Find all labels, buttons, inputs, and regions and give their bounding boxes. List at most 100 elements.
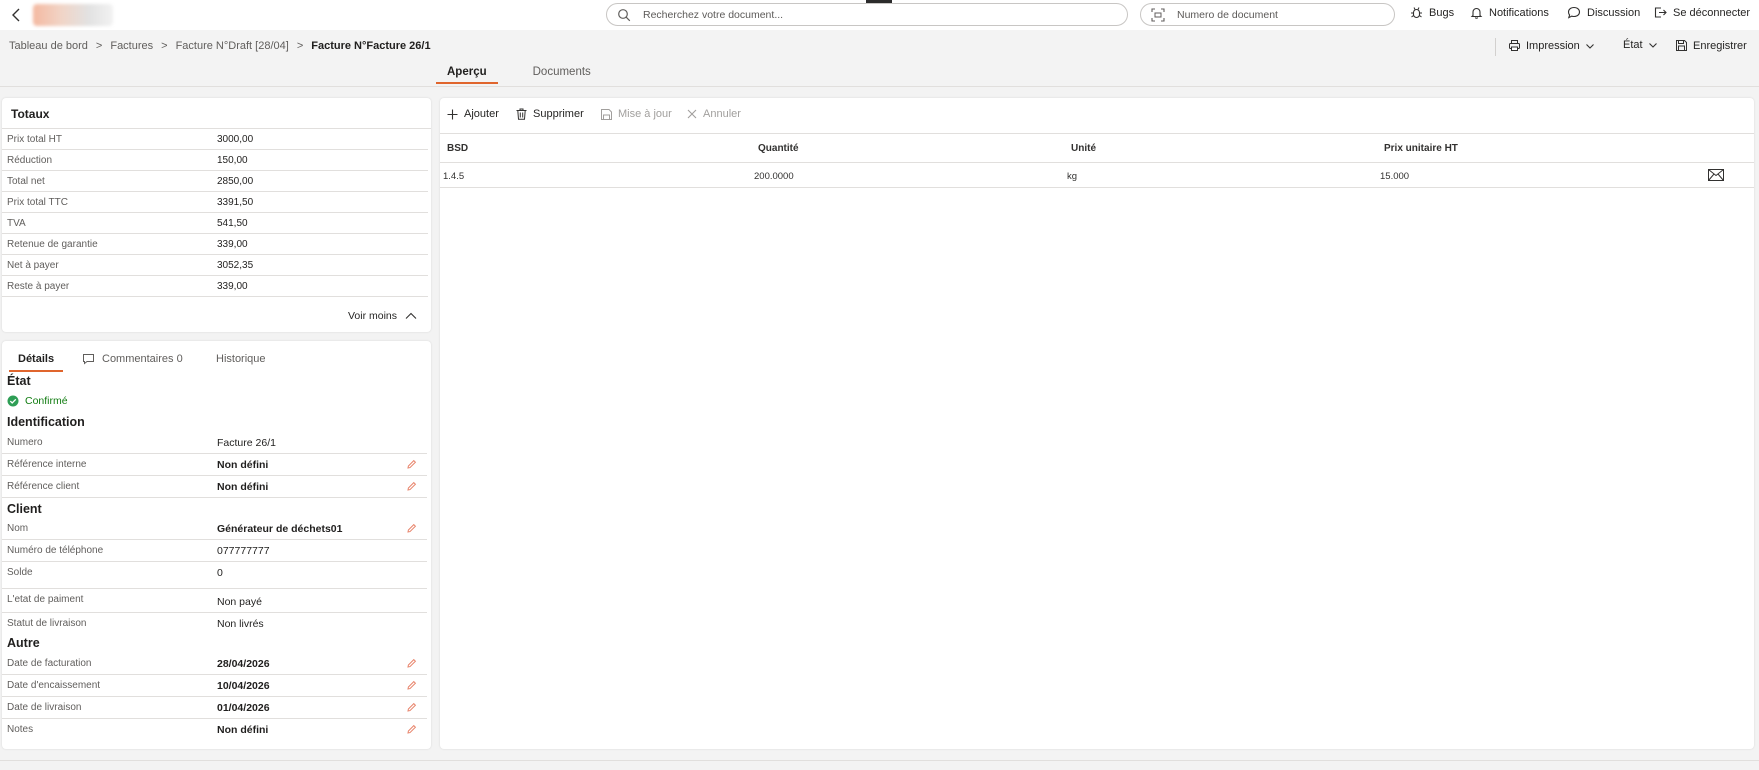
detail-label: Numero xyxy=(7,437,43,448)
chevron-up-icon xyxy=(405,312,417,319)
totals-label: Reste à payer xyxy=(7,281,70,292)
notifications-button[interactable]: Notifications xyxy=(1470,6,1549,19)
totals-label: Net à payer xyxy=(7,260,59,271)
tab-documents[interactable]: Documents xyxy=(522,66,602,84)
toolbar-divider xyxy=(1495,38,1496,56)
print-menu-button[interactable]: Impression xyxy=(1508,39,1595,52)
check-circle-icon xyxy=(7,395,19,407)
cell-quantite: 200.0000 xyxy=(754,171,794,182)
state-label: État xyxy=(1623,39,1643,51)
save-button[interactable]: Enregistrer xyxy=(1675,39,1747,52)
mail-icon[interactable] xyxy=(1708,169,1724,184)
column-header-prix[interactable]: Prix unitaire HT xyxy=(1384,143,1458,154)
section-etat-title: État xyxy=(7,374,31,388)
pencil-icon[interactable] xyxy=(406,658,417,672)
detail-label: Statut de livraison xyxy=(7,618,87,629)
detail-row-phone: Numéro de téléphone 077777777 xyxy=(2,540,427,562)
logout-icon xyxy=(1654,7,1667,18)
totals-value: 3000,00 xyxy=(217,134,254,145)
search-icon xyxy=(618,8,631,21)
detail-row-delivery-date: Date de livraison 01/04/2026 xyxy=(2,697,427,719)
detail-value: Non défini xyxy=(217,724,269,736)
detail-row-solde: Solde 0 xyxy=(2,562,427,589)
tab-history-label: Historique xyxy=(216,353,266,365)
status-badge: Confirmé xyxy=(7,395,68,407)
main-tabs: Aperçu Documents xyxy=(436,66,602,84)
save-icon xyxy=(601,108,612,120)
detail-label: Date de livraison xyxy=(7,702,82,713)
detail-label: L'etat de paiment xyxy=(7,594,84,605)
breadcrumb-item-dashboard[interactable]: Tableau de bord xyxy=(9,40,88,52)
add-label: Ajouter xyxy=(464,108,499,120)
app-logo[interactable] xyxy=(33,4,113,26)
tab-apercu[interactable]: Aperçu xyxy=(436,66,498,84)
detail-value: Non livrés xyxy=(217,618,264,630)
logout-button[interactable]: Se déconnecter xyxy=(1653,6,1750,19)
update-label: Mise à jour xyxy=(618,108,672,120)
cancel-label: Annuler xyxy=(703,108,741,120)
breadcrumb: Tableau de bord > Factures > Facture N°D… xyxy=(9,40,431,52)
show-less-button[interactable]: Voir moins xyxy=(348,310,417,322)
detail-row-delivery-status: Statut de livraison Non livrés xyxy=(2,613,427,633)
divider xyxy=(440,162,1754,163)
chevron-down-icon xyxy=(1648,43,1657,48)
pencil-icon[interactable] xyxy=(406,680,417,694)
detail-label: Nom xyxy=(7,523,29,534)
detail-label: Référence client xyxy=(7,481,80,492)
totals-label: TVA xyxy=(7,218,26,229)
totals-row: Net à payer 3052,35 xyxy=(2,255,428,276)
tab-comments[interactable]: Commentaires 0 xyxy=(82,353,183,370)
cell-unite: kg xyxy=(1067,171,1078,182)
detail-label: Date de facturation xyxy=(7,658,92,669)
document-search-box[interactable] xyxy=(606,3,1128,26)
column-header-quantite[interactable]: Quantité xyxy=(758,143,799,154)
totals-value: 339,00 xyxy=(217,239,248,250)
tab-details[interactable]: Détails xyxy=(9,353,64,372)
trash-icon xyxy=(516,108,527,120)
document-number-input[interactable] xyxy=(1177,8,1380,21)
pencil-icon[interactable] xyxy=(406,481,417,495)
totals-value: 150,00 xyxy=(217,155,248,166)
tab-history[interactable]: Historique xyxy=(216,353,266,370)
scan-icon xyxy=(1151,7,1165,22)
discussion-button[interactable]: Discussion xyxy=(1567,6,1640,19)
pencil-icon[interactable] xyxy=(406,702,417,716)
bugs-button[interactable]: Bugs xyxy=(1410,6,1454,19)
pencil-icon[interactable] xyxy=(406,724,417,738)
search-input[interactable] xyxy=(643,8,1059,21)
pencil-icon[interactable] xyxy=(406,523,417,537)
column-header-bsd[interactable]: BSD xyxy=(447,143,468,154)
plus-icon xyxy=(447,109,458,119)
cancel-button[interactable]: Annuler xyxy=(687,108,741,120)
totals-value: 339,00 xyxy=(217,281,248,292)
detail-row-internal-ref: Référence interne Non défini xyxy=(2,454,427,476)
show-less-label: Voir moins xyxy=(347,310,397,322)
breadcrumb-item-factures[interactable]: Factures xyxy=(110,40,153,52)
cell-prix: 15.000 xyxy=(1380,171,1410,182)
bugs-label: Bugs xyxy=(1429,6,1455,19)
printer-icon xyxy=(1509,40,1520,51)
detail-value: Non défini xyxy=(217,459,269,471)
delete-button[interactable]: Supprimer xyxy=(516,108,584,120)
column-header-unite[interactable]: Unité xyxy=(1071,143,1096,154)
cell-bsd: 1.4.5 xyxy=(443,171,465,182)
breadcrumb-item-draft[interactable]: Facture N°Draft [28/04] xyxy=(176,40,289,52)
detail-value: 077777777 xyxy=(217,545,270,557)
update-button[interactable]: Mise à jour xyxy=(601,108,672,120)
print-label: Impression xyxy=(1526,39,1580,52)
totals-panel: Totaux Prix total HT 3000,00 Réduction 1… xyxy=(2,98,431,332)
add-button[interactable]: Ajouter xyxy=(447,108,499,120)
totals-row: Prix total HT 3000,00 xyxy=(2,129,428,150)
totals-value: 2850,00 xyxy=(217,176,254,187)
state-menu-button[interactable]: État xyxy=(1623,39,1658,51)
section-autre-title: Autre xyxy=(7,636,40,650)
back-arrow-icon[interactable] xyxy=(8,6,26,24)
document-number-box[interactable] xyxy=(1140,3,1395,26)
lines-grid-panel: Ajouter Supprimer Mise à jour Annuler BS… xyxy=(440,98,1754,749)
totals-label: Retenue de garantie xyxy=(7,239,98,250)
detail-value: 0 xyxy=(217,567,223,579)
detail-row-client-ref: Référence client Non défini xyxy=(2,476,427,498)
pencil-icon[interactable] xyxy=(406,459,417,473)
totals-value: 3052,35 xyxy=(217,260,254,271)
detail-value: 01/04/2026 xyxy=(217,702,270,714)
